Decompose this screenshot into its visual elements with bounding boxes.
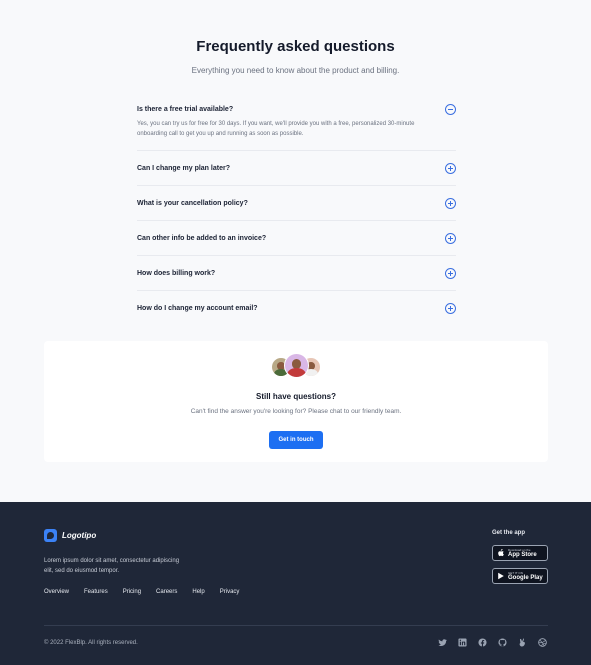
plus-circle-icon[interactable] bbox=[445, 268, 456, 279]
faq-answer: Yes, you can try us for free for 30 days… bbox=[137, 121, 415, 137]
twitter-icon[interactable] bbox=[438, 638, 447, 647]
faq-title: Frequently asked questions bbox=[196, 38, 395, 55]
social-links bbox=[438, 638, 547, 647]
faq-item[interactable]: Is there a free trial available? Yes, yo… bbox=[137, 98, 456, 151]
footer-nav: Overview Features Pricing Careers Help P… bbox=[44, 589, 239, 595]
minus-circle-icon[interactable] bbox=[445, 104, 456, 115]
footer-link-careers[interactable]: Careers bbox=[156, 589, 177, 595]
get-in-touch-button[interactable]: Get in touch bbox=[269, 431, 323, 449]
footer-link-help[interactable]: Help bbox=[192, 589, 204, 595]
faq-list: Is there a free trial available? Yes, yo… bbox=[137, 98, 456, 326]
logo[interactable]: Logotipo bbox=[44, 528, 96, 542]
faq-item[interactable]: How does billing work? bbox=[137, 256, 456, 291]
facebook-icon[interactable] bbox=[478, 638, 487, 647]
footer-link-features[interactable]: Features bbox=[84, 589, 108, 595]
apple-icon bbox=[497, 549, 505, 557]
footer-link-privacy[interactable]: Privacy bbox=[220, 589, 240, 595]
faq-question[interactable]: Is there a free trial available? bbox=[137, 105, 456, 114]
footer-description: Lorem ipsum dolor sit amet, consectetur … bbox=[44, 558, 180, 574]
help-text: Can't find the answer you're looking for… bbox=[190, 408, 402, 415]
avatar-group bbox=[271, 353, 321, 379]
plus-circle-icon[interactable] bbox=[445, 198, 456, 209]
logo-icon bbox=[44, 528, 57, 542]
footer-link-pricing[interactable]: Pricing bbox=[123, 589, 141, 595]
plus-circle-icon[interactable] bbox=[445, 303, 456, 314]
google-play-button[interactable]: GET IT ON Google Play bbox=[492, 568, 548, 584]
avatar bbox=[284, 353, 309, 378]
get-app-label: Get the app bbox=[492, 530, 526, 536]
faq-item[interactable]: What is your cancellation policy? bbox=[137, 186, 456, 221]
faq-question[interactable]: What is your cancellation policy? bbox=[137, 199, 456, 208]
angellist-icon[interactable] bbox=[518, 638, 527, 647]
faq-question[interactable]: Can other info be added to an invoice? bbox=[137, 234, 456, 243]
linkedin-icon[interactable] bbox=[458, 638, 467, 647]
plus-circle-icon[interactable] bbox=[445, 163, 456, 174]
faq-item[interactable]: Can other info be added to an invoice? bbox=[137, 221, 456, 256]
plus-circle-icon[interactable] bbox=[445, 233, 456, 244]
footer-link-overview[interactable]: Overview bbox=[44, 589, 69, 595]
app-store-big: App Store bbox=[508, 551, 537, 558]
dribbble-icon[interactable] bbox=[538, 638, 547, 647]
google-play-big: Google Play bbox=[508, 574, 543, 581]
logo-text: Logotipo bbox=[62, 530, 97, 540]
footer-divider bbox=[44, 625, 548, 626]
copyright: © 2022 FlexBlp. All rights reserved. bbox=[44, 640, 138, 646]
faq-item[interactable]: How do I change my account email? bbox=[137, 291, 456, 326]
faq-question[interactable]: How does billing work? bbox=[137, 269, 456, 278]
faq-question[interactable]: How do I change my account email? bbox=[137, 304, 456, 313]
faq-item[interactable]: Can I change my plan later? bbox=[137, 151, 456, 186]
app-store-button[interactable]: Download on the App Store bbox=[492, 545, 548, 561]
github-icon[interactable] bbox=[498, 638, 507, 647]
faq-subtitle: Everything you need to know about the pr… bbox=[191, 66, 400, 75]
faq-question[interactable]: Can I change my plan later? bbox=[137, 164, 456, 173]
help-title: Still have questions? bbox=[255, 392, 336, 401]
google-play-icon bbox=[497, 572, 505, 580]
